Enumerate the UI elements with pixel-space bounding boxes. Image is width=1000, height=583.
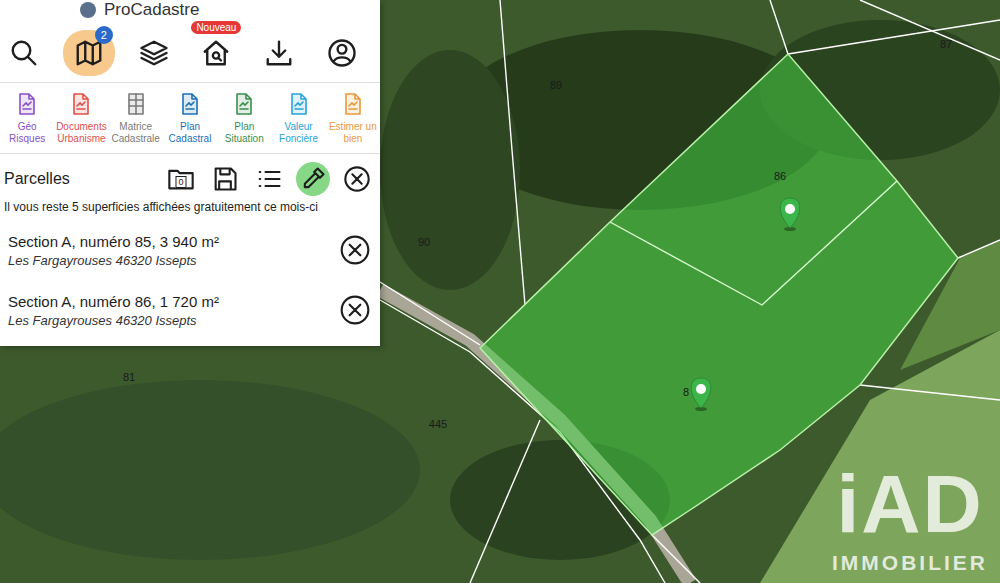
parcels-header: Parcelles 0 <box>0 154 380 200</box>
watermark-logo: iAD <box>836 463 983 545</box>
parcel-title: Section A, numéro 85, 3 940 m² <box>8 233 219 250</box>
selected-parcels[interactable] <box>480 54 958 535</box>
map-pin-icon[interactable] <box>691 378 711 411</box>
search-icon <box>9 38 39 68</box>
tool-button[interactable]: Valeur Foncière <box>271 90 325 145</box>
tool-label: Documents Urbanisme <box>55 121 107 145</box>
parcel-number: 445 <box>429 418 447 430</box>
watermark-name: IMMOBILIER <box>832 551 988 575</box>
remove-button[interactable] <box>338 233 372 267</box>
tool-label: Plan Cadastral <box>164 121 216 145</box>
close-icon <box>339 234 371 266</box>
parcels-tools: 0 <box>164 162 374 196</box>
close-icon <box>339 294 371 326</box>
document-icon <box>232 90 256 118</box>
toolbar-button[interactable] <box>130 30 178 76</box>
tool-button[interactable]: Documents Urbanisme <box>54 90 108 145</box>
toolbar-button[interactable] <box>255 30 303 76</box>
remove-button[interactable] <box>338 293 372 327</box>
parcels-tool-button[interactable] <box>296 162 330 196</box>
tools-row: Géo RisquesDocuments UrbanismeMatrice Ca… <box>0 83 380 154</box>
parcel-address: Les Fargayrouses 46320 Issepts <box>8 313 219 328</box>
parcel-info: Section A, numéro 85, 3 940 m² Les Fargay… <box>8 233 219 268</box>
parcel-title: Section A, numéro 86, 1 720 m² <box>8 293 219 310</box>
house-search-icon <box>201 38 231 68</box>
parcels-tool-button[interactable] <box>340 162 374 196</box>
parcel-number: 89 <box>550 79 562 91</box>
side-panel: ProCadastre 2 Nouveau Géo RisquesDocuments … <box>0 0 380 346</box>
profile-icon <box>327 38 357 68</box>
parcels-title: Parcelles <box>4 170 70 188</box>
free-quota-notice: Il vous reste 5 superficies affichées gr… <box>0 200 380 220</box>
parcel-number: 86 <box>774 170 786 182</box>
close-icon <box>343 165 371 193</box>
grid-icon <box>124 90 148 118</box>
vegetation <box>0 20 1000 583</box>
toolbar-button[interactable]: Nouveau <box>192 30 240 76</box>
layers-icon <box>139 38 169 68</box>
parcels-tool-button[interactable]: 0 <box>164 162 198 196</box>
pipette-icon <box>299 165 327 193</box>
tool-label: Estimer un bien <box>327 121 379 145</box>
count-badge: 2 <box>95 26 113 44</box>
toolbar: 2 Nouveau <box>0 20 380 83</box>
tool-label: Plan Situation <box>218 121 270 145</box>
tool-button[interactable]: Estimer un bien <box>326 90 380 145</box>
toolbar-button[interactable] <box>0 30 48 76</box>
document-icon <box>287 90 311 118</box>
tool-label: Géo Risques <box>1 121 53 145</box>
parcel-boundaries <box>0 0 1000 583</box>
parcel-number: 90 <box>418 236 430 248</box>
parcel-number: 8 <box>683 386 689 398</box>
toolbar-button[interactable]: 2 <box>63 30 115 76</box>
tool-button[interactable]: Matrice Cadastrale <box>109 90 163 145</box>
document-icon <box>341 90 365 118</box>
tool-button[interactable]: Plan Situation <box>217 90 271 145</box>
app: 87 89 86 90 81 445 8 iAD IMMOBILIER ProCadastre 2 N… <box>0 0 1000 583</box>
app-title: ProCadastre <box>104 1 199 20</box>
watermark: iAD IMMOBILIER <box>832 463 988 575</box>
parcel-number: 87 <box>940 38 952 50</box>
toolbar-button[interactable] <box>318 30 366 76</box>
parcels-tool-button[interactable] <box>252 162 286 196</box>
parcel-row[interactable]: Section A, numéro 86, 1 720 m² Les Fargay… <box>0 280 380 340</box>
map-pin-icon[interactable] <box>780 198 800 231</box>
parcels-tool-button[interactable] <box>208 162 242 196</box>
document-icon <box>15 90 39 118</box>
download-icon <box>264 38 294 68</box>
parcel-address: Les Fargayrouses 46320 Issepts <box>8 253 219 268</box>
document-icon <box>178 90 202 118</box>
save-icon <box>211 165 239 193</box>
tool-button[interactable]: Plan Cadastral <box>163 90 217 145</box>
brand: ProCadastre <box>0 0 380 20</box>
folder-count: 0 <box>175 176 186 188</box>
parcel-info: Section A, numéro 86, 1 720 m² Les Fargay… <box>8 293 219 328</box>
tool-label: Matrice Cadastrale <box>110 121 162 145</box>
parcel-divider <box>610 181 897 305</box>
new-tag: Nouveau <box>191 21 241 34</box>
document-icon <box>69 90 93 118</box>
logo-icon <box>80 2 96 18</box>
tool-label: Valeur Foncière <box>272 121 324 145</box>
tool-button[interactable]: Géo Risques <box>0 90 54 145</box>
parcel-number: 81 <box>123 371 135 383</box>
parcel-row[interactable]: Section A, numéro 85, 3 940 m² Les Fargay… <box>0 220 380 280</box>
list-icon <box>255 165 283 193</box>
